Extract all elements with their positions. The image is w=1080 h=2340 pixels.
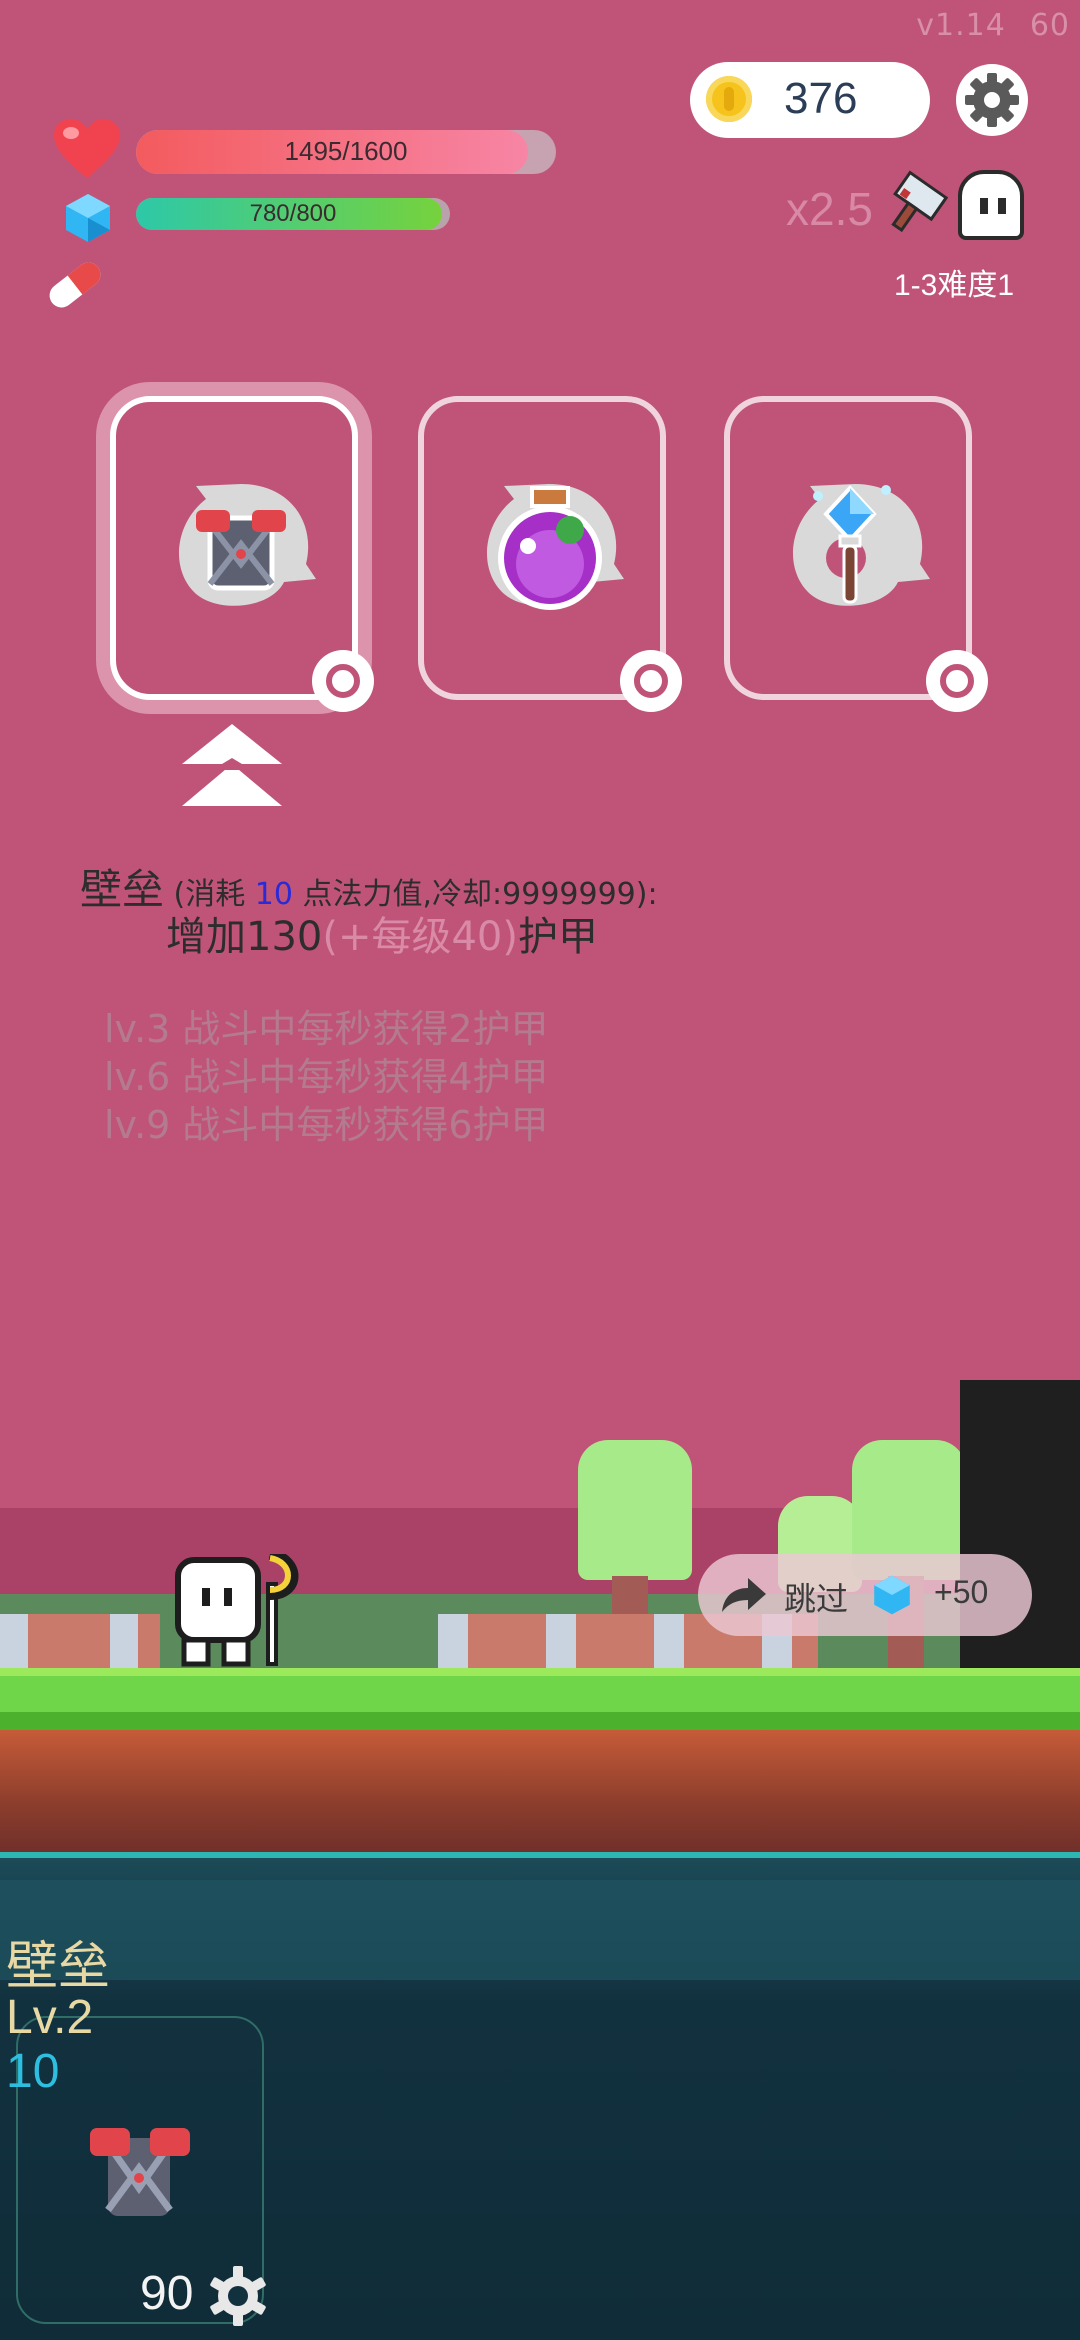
gear-icon [965, 73, 1019, 127]
tree [578, 1440, 692, 1580]
spin-icon [210, 2266, 266, 2326]
card-armor[interactable] [110, 396, 374, 712]
armor-icon [178, 484, 316, 606]
player-character [175, 1554, 299, 1667]
spin-badge-icon [312, 650, 374, 712]
coin-value: 376 [784, 74, 858, 123]
skip-reward: +50 [934, 1574, 989, 1610]
card-wand[interactable] [724, 396, 988, 712]
effect-main: 增加130 [166, 914, 323, 960]
potion-icon [486, 484, 624, 610]
skip-label: 跳过 [784, 1580, 849, 1618]
effect-per-level: (+每级40) [322, 914, 518, 960]
upgrade-arrows-icon [182, 724, 282, 806]
stage-label: 1-3难度1 [894, 269, 1015, 302]
mp-bar: 780/800 [136, 198, 450, 230]
spin-badge-icon [926, 650, 988, 712]
version-label: v1.14 60 [916, 8, 1070, 43]
coin-counter: 376 [690, 62, 930, 138]
deep-band [0, 1880, 1080, 1980]
wand-icon [792, 484, 930, 606]
fps-text: 60 [1029, 8, 1070, 43]
mana-gem-icon [874, 1575, 910, 1615]
level-bonus-line: lv.6 战斗中每秒获得4护甲 [104, 1055, 549, 1099]
hp-text: 1495/1600 [284, 136, 408, 166]
effect-tail: 护甲 [517, 914, 598, 960]
armor-icon [90, 2128, 190, 2216]
level-bonus-line: lv.9 战斗中每秒获得6护甲 [104, 1103, 549, 1147]
skip-button[interactable]: 跳过 +50 [698, 1554, 1032, 1636]
skill-level: Lv.2 [6, 1991, 94, 2044]
skill-name: 壁垒 [6, 1937, 111, 1997]
mana-gem-icon [66, 194, 110, 242]
spin-badge-icon [620, 650, 682, 712]
cleaver-icon [891, 170, 949, 233]
mp-text: 780/800 [249, 200, 337, 227]
speed-multiplier[interactable]: x2.5 [786, 182, 873, 236]
desc-skill-name: 壁垒 [80, 865, 165, 914]
pill-icon[interactable] [42, 255, 108, 315]
fence [0, 1614, 160, 1668]
settings-button[interactable] [956, 64, 1028, 136]
coin-icon [706, 76, 752, 122]
version-text: v1.14 [916, 8, 1006, 43]
skill-count: 90 [140, 2267, 194, 2320]
skill-effect-line: 增加130(+每级40)护甲 [166, 904, 598, 962]
dirt-layer [0, 1730, 1080, 1856]
ghost-icon [958, 170, 1024, 240]
grass-shadow [0, 1712, 1080, 1730]
share-arrow-icon [722, 1578, 766, 1612]
level-bonus-line: lv.3 战斗中每秒获得2护甲 [104, 1007, 549, 1051]
card-potion[interactable] [418, 396, 682, 712]
heart-icon [54, 119, 120, 178]
skill-cost: 10 [6, 2045, 60, 2098]
hp-bar: 1495/1600 [136, 130, 556, 174]
